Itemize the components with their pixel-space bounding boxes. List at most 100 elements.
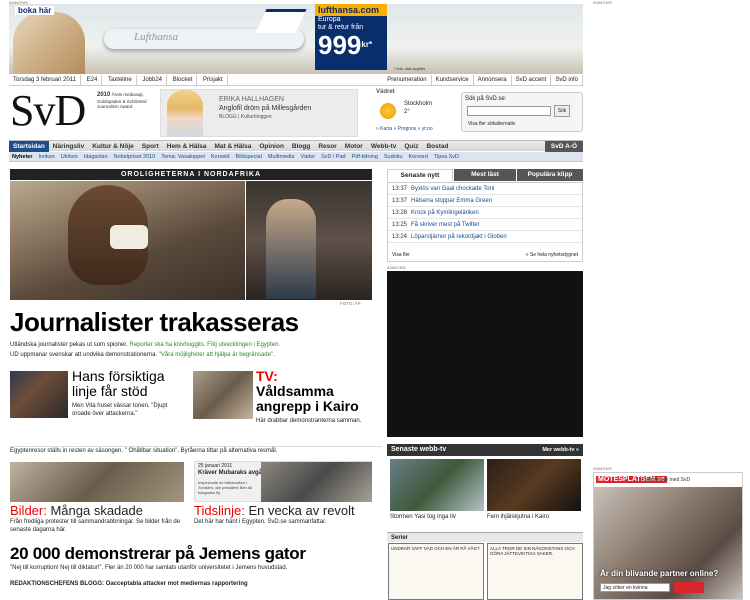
nav-item[interactable]: Blogg [288, 141, 314, 152]
bilder-headline[interactable]: Bilder: Många skadade [10, 503, 143, 518]
subnav-item[interactable]: Inrikes [35, 152, 57, 162]
nav-item[interactable]: Sport [138, 141, 163, 152]
tidslinje-headline[interactable]: Tidslinje: En vecka av revolt [194, 503, 355, 518]
top-link[interactable]: Prisjakt [199, 75, 228, 86]
svd-logo[interactable]: SvD [10, 89, 86, 133]
news-more-link[interactable]: Visa fler [392, 252, 410, 258]
bilder-sublink[interactable]: Från fredliga protester till sammandrabb… [10, 518, 185, 534]
subnav-item[interactable]: Väder [297, 152, 318, 162]
main-photo-injured[interactable] [246, 181, 372, 300]
main-sublink-1[interactable]: Utländska journalister pekas ut som spio… [10, 341, 382, 350]
bilder-photo[interactable] [10, 462, 184, 502]
nav-item[interactable]: Kultur & Nöje [88, 141, 138, 152]
main-headline[interactable]: Journalister trakasseras [10, 307, 299, 337]
search-button[interactable]: Sök [554, 105, 570, 117]
news-item[interactable]: 13:24 Löparstjärnor på rekordjakt i Globe… [388, 231, 582, 243]
subnav-item[interactable]: Multimedia [265, 152, 298, 162]
search-advanced-link[interactable]: Visa fler sökalternativ [468, 121, 515, 127]
redaktion-blog-link[interactable]: REDAKTIONSCHEFENS BLOGG: Oacceptabla att… [10, 581, 382, 587]
serier-header[interactable]: Serier [387, 532, 583, 542]
nav-item[interactable]: Webb-tv [367, 141, 401, 152]
subnav-item[interactable]: Bildspecial [233, 152, 265, 162]
news-all-link[interactable]: » Se hela nyhetsdygnet [526, 252, 578, 258]
nav-item[interactable]: Resor [314, 141, 340, 152]
nav-item[interactable]: Näringsliv [49, 141, 88, 152]
nav-ao-button[interactable]: SvD A-Ö [544, 141, 583, 152]
obama-photo[interactable] [10, 371, 68, 418]
main-sublink-2[interactable]: UD uppmanar svenskar att undvika demonst… [10, 351, 382, 360]
obama-headline[interactable]: Hans försiktiga linje får stöd [72, 369, 187, 399]
banner-woman-image [13, 12, 85, 74]
subnav-item[interactable]: Sudoku [381, 152, 406, 162]
blog-promo[interactable]: ERIKA HALLHAGEN Anglofil dröm på Millesg… [160, 89, 358, 137]
timeline-box[interactable]: 25 januari 2011 Kräver Mubaraks avgång I… [194, 461, 372, 502]
search-label: Sök på SvD.se: [465, 96, 507, 102]
nav-item[interactable]: Bostad [422, 141, 452, 152]
nav-item[interactable]: Hem & Hälsa [163, 141, 211, 152]
motesplatsen-select[interactable]: Jag söker en kvinna [600, 583, 670, 592]
subnav-item[interactable]: Pdf-tidning [349, 152, 381, 162]
kairo-video-thumb[interactable] [193, 371, 253, 419]
lufthansa-banner-ad[interactable]: Lufthansa boka här lufthansa.com Europa … [9, 4, 583, 74]
kairo-headline[interactable]: TV: Våldsamma angrepp i Kairo [256, 369, 376, 414]
nav-item[interactable]: Mat & Hälsa [211, 141, 256, 152]
service-link[interactable]: Kundservice [432, 75, 474, 86]
motesplatsen-ad[interactable]: MÖTESPLATSEN.se i samarbete med SvD Är d… [593, 472, 743, 600]
search-input[interactable] [467, 106, 551, 116]
comic-strip-1[interactable]: UNDRAR VAFF VAD OCH EN ÄR PÅ VÄG? [388, 543, 484, 600]
obama-sublink[interactable]: Men Vita huset vässar tonen. "Djupt oroa… [72, 402, 182, 418]
banner-boka-button[interactable]: boka här [15, 6, 55, 15]
news-item[interactable]: 13:28 Krock på Kymlingelänken [388, 207, 582, 219]
black-ad-block[interactable] [387, 271, 583, 437]
service-links: Prenumeration Kundservice Annonsera SvD acc… [383, 75, 583, 86]
weather-city[interactable]: Stockholm [404, 101, 432, 107]
nav-item[interactable]: Quiz [400, 141, 422, 152]
video-thumb-2[interactable] [487, 459, 581, 511]
top-link[interactable]: E24 [83, 75, 103, 86]
service-link[interactable]: SvD info [551, 75, 583, 86]
subnav-item[interactable]: Korsord [406, 152, 431, 162]
top-link[interactable]: Taxteline [104, 75, 137, 86]
subnav-item[interactable]: Nobelpriset 2010 [111, 152, 159, 162]
svd-homepage: ANNONS ANNONS Lufthansa boka här lufthan… [0, 0, 750, 600]
service-link[interactable]: SvD accent [512, 75, 552, 86]
news-item[interactable]: 13:37 Hälsena stoppar Emma Green [388, 195, 582, 207]
kairo-sublink[interactable]: Här drabbar demonstranterna samman. [256, 417, 376, 425]
tidslinje-sublink[interactable]: Det här har hänt i Egypten. SvD.se samma… [194, 518, 374, 526]
banner-price-box[interactable]: lufthansa.com Europa tur & retur från 99… [315, 4, 387, 70]
tab-mest-last[interactable]: Mest läst [454, 169, 516, 181]
top-link[interactable]: Blocket [169, 75, 198, 86]
service-link[interactable]: Prenumeration [383, 75, 432, 86]
video-title-1[interactable]: Stormen Yasi tog inga liv [390, 514, 456, 520]
news-item[interactable]: 13:25 Få skriver mest på Twitter [388, 219, 582, 231]
subnav-item-nyheter[interactable]: Nyheter [9, 152, 35, 162]
timeline-text: Inspirerade av folkrevolten i Tunisien, … [198, 480, 253, 495]
subnav-item[interactable]: Korseld [208, 152, 233, 162]
comic-strip-2[interactable]: ALLA TROR DE SIN NÄGONSTANS OCH GÖRA JÄT… [487, 543, 583, 600]
webbtv-more-link[interactable]: Mer webb-tv » [542, 444, 579, 456]
jemen-headline[interactable]: 20 000 demonstrerar på Jemens gator [10, 544, 306, 564]
weather-links[interactable]: » Karta » Prognos » yr.no [376, 126, 433, 132]
tab-populara-klipp[interactable]: Populära klipp [517, 169, 583, 181]
section-kicker[interactable]: OROLIGHETERNA I NORDAFRIKA [10, 169, 372, 180]
top-link[interactable]: Jobb24 [138, 75, 168, 86]
service-link[interactable]: Annonsera [474, 75, 512, 86]
subnav-item[interactable]: Tema: Vasaloppet [158, 152, 208, 162]
subnav-item[interactable]: Idagsidan [81, 152, 111, 162]
nav-item-startsidan[interactable]: Startsidan [9, 141, 49, 152]
video-thumb-1[interactable] [390, 459, 484, 511]
main-photo-crying-man[interactable] [10, 181, 245, 300]
tab-senaste-nytt[interactable]: Senaste nytt [387, 169, 453, 181]
jemen-sublink[interactable]: "Nej till korruption! Nej till diktatur!… [10, 565, 382, 571]
video-title-2[interactable]: Fem ihjälskjutna i Kairo [487, 514, 549, 520]
nav-item[interactable]: Motor [341, 141, 367, 152]
egypt-travel-link[interactable]: Egyptenresor ställs in resten av säsonge… [10, 446, 382, 456]
subnav-item[interactable]: SvD i Pad [318, 152, 348, 162]
motesplatsen-go-button[interactable] [674, 582, 704, 593]
subnav-item[interactable]: Utrikes [58, 152, 81, 162]
news-item[interactable]: 13:37 Byxlös van Gaal chockade Toni [388, 183, 582, 195]
blog-title[interactable]: Anglofil dröm på Millesgården [219, 105, 311, 112]
nav-item[interactable]: Opinion [255, 141, 288, 152]
ad-label-right: ANNONS [593, 0, 612, 5]
subnav-item[interactable]: Tipsa SvD [431, 152, 462, 162]
